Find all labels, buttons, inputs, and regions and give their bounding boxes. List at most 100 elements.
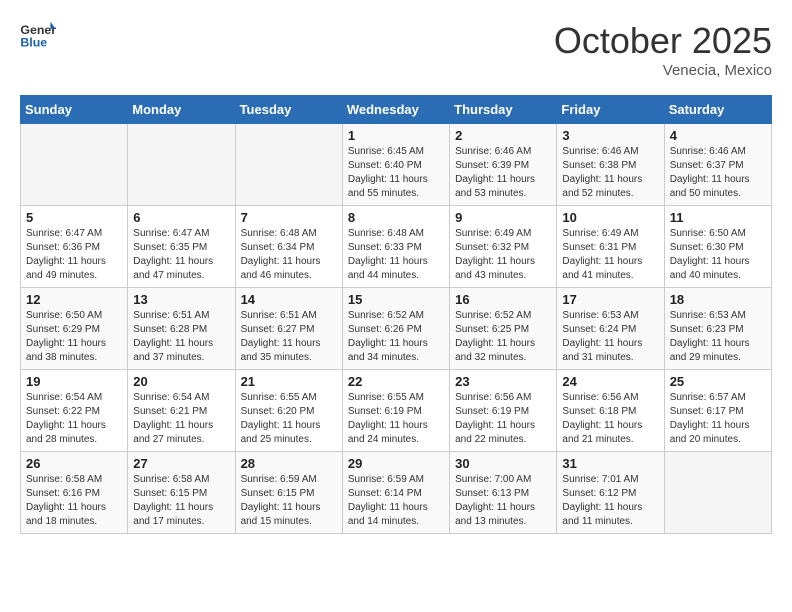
calendar-cell: 27Sunrise: 6:58 AM Sunset: 6:15 PM Dayli…	[128, 452, 235, 534]
logo: General Blue	[20, 20, 60, 50]
calendar-cell: 21Sunrise: 6:55 AM Sunset: 6:20 PM Dayli…	[235, 370, 342, 452]
calendar-cell: 30 Sunrise: 7:00 AM Sunset: 6:13 PM Dayli…	[450, 452, 557, 534]
day-number: 9	[455, 210, 551, 225]
calendar-cell	[21, 124, 128, 206]
day-number: 21	[241, 374, 337, 389]
day-number: 24	[562, 374, 658, 389]
days-header-row: SundayMondayTuesdayWednesdayThursdayFrid…	[21, 96, 772, 124]
page-header: General Blue October 2025 Venecia, Mexic…	[20, 20, 772, 79]
calendar-cell: 14 Sunrise: 6:51 AM Sunset: 6:27 PM Dayli…	[235, 288, 342, 370]
day-info: Sunrise: 6:52 AM Sunset: 6:25 PM Dayligh…	[455, 309, 551, 365]
calendar-cell: 5 Sunrise: 6:47 AM Sunset: 6:36 PM Daylig…	[21, 206, 128, 288]
day-info: Sunrise: 6:58 AM Sunset: 6:16 PM Dayligh…	[26, 473, 122, 529]
calendar-cell: 24 Sunrise: 6:56 AM Sunset: 6:18 PM Dayli…	[557, 370, 664, 452]
calendar-cell: 25 Sunrise: 6:57 AM Sunset: 6:17 PM Dayli…	[664, 370, 771, 452]
calendar-cell: 28Sunrise: 6:59 AM Sunset: 6:15 PM Dayli…	[235, 452, 342, 534]
day-info: Sunrise: 6:53 AM Sunset: 6:23 PM Dayligh…	[670, 309, 766, 365]
calendar-cell	[128, 124, 235, 206]
calendar-cell: 22Sunrise: 6:55 AM Sunset: 6:19 PM Dayli…	[342, 370, 449, 452]
calendar-cell: 29 Sunrise: 6:59 AM Sunset: 6:14 PM Dayli…	[342, 452, 449, 534]
day-info: Sunrise: 6:50 AM Sunset: 6:30 PM Dayligh…	[670, 227, 766, 283]
day-number: 30	[455, 456, 551, 471]
day-info: Sunrise: 7:01 AM Sunset: 6:12 PM Dayligh…	[562, 473, 658, 529]
calendar-cell: 13 Sunrise: 6:51 AM Sunset: 6:28 PM Dayli…	[128, 288, 235, 370]
day-number: 4	[670, 128, 766, 143]
month-title: October 2025	[554, 20, 772, 62]
calendar-cell: 6 Sunrise: 6:47 AM Sunset: 6:35 PM Daylig…	[128, 206, 235, 288]
calendar-cell: 23 Sunrise: 6:56 AM Sunset: 6:19 PM Dayli…	[450, 370, 557, 452]
calendar-body: 1 Sunrise: 6:45 AM Sunset: 6:40 PM Daylig…	[21, 124, 772, 534]
day-number: 19	[26, 374, 122, 389]
day-info: Sunrise: 6:52 AM Sunset: 6:26 PM Dayligh…	[348, 309, 444, 365]
day-info: Sunrise: 7:00 AM Sunset: 6:13 PM Dayligh…	[455, 473, 551, 529]
day-info: Sunrise: 6:51 AM Sunset: 6:28 PM Dayligh…	[133, 309, 229, 365]
day-info: Sunrise: 6:58 AM Sunset: 6:15 PM Dayligh…	[133, 473, 229, 529]
calendar-cell: 19 Sunrise: 6:54 AM Sunset: 6:22 PM Dayli…	[21, 370, 128, 452]
calendar-cell: 15Sunrise: 6:52 AM Sunset: 6:26 PM Dayli…	[342, 288, 449, 370]
week-row-3: 12Sunrise: 6:50 AM Sunset: 6:29 PM Dayli…	[21, 288, 772, 370]
calendar-cell: 10Sunrise: 6:49 AM Sunset: 6:31 PM Dayli…	[557, 206, 664, 288]
day-info: Sunrise: 6:46 AM Sunset: 6:38 PM Dayligh…	[562, 145, 658, 201]
day-number: 5	[26, 210, 122, 225]
day-number: 20	[133, 374, 229, 389]
calendar-cell: 12Sunrise: 6:50 AM Sunset: 6:29 PM Dayli…	[21, 288, 128, 370]
day-header-thursday: Thursday	[450, 96, 557, 124]
day-number: 18	[670, 292, 766, 307]
day-info: Sunrise: 6:48 AM Sunset: 6:34 PM Dayligh…	[241, 227, 337, 283]
calendar-cell: 18 Sunrise: 6:53 AM Sunset: 6:23 PM Dayli…	[664, 288, 771, 370]
calendar-cell: 8 Sunrise: 6:48 AM Sunset: 6:33 PM Daylig…	[342, 206, 449, 288]
day-info: Sunrise: 6:46 AM Sunset: 6:37 PM Dayligh…	[670, 145, 766, 201]
day-header-saturday: Saturday	[664, 96, 771, 124]
calendar-cell: 4 Sunrise: 6:46 AM Sunset: 6:37 PM Daylig…	[664, 124, 771, 206]
calendar-table: SundayMondayTuesdayWednesdayThursdayFrid…	[20, 95, 772, 534]
day-info: Sunrise: 6:49 AM Sunset: 6:32 PM Dayligh…	[455, 227, 551, 283]
day-info: Sunrise: 6:48 AM Sunset: 6:33 PM Dayligh…	[348, 227, 444, 283]
calendar-cell: 1 Sunrise: 6:45 AM Sunset: 6:40 PM Daylig…	[342, 124, 449, 206]
calendar-cell: 20 Sunrise: 6:54 AM Sunset: 6:21 PM Dayli…	[128, 370, 235, 452]
calendar-cell: 26 Sunrise: 6:58 AM Sunset: 6:16 PM Dayli…	[21, 452, 128, 534]
day-info: Sunrise: 6:47 AM Sunset: 6:36 PM Dayligh…	[26, 227, 122, 283]
day-info: Sunrise: 6:45 AM Sunset: 6:40 PM Dayligh…	[348, 145, 444, 201]
calendar-cell: 7 Sunrise: 6:48 AM Sunset: 6:34 PM Daylig…	[235, 206, 342, 288]
calendar-cell: 9 Sunrise: 6:49 AM Sunset: 6:32 PM Daylig…	[450, 206, 557, 288]
day-number: 14	[241, 292, 337, 307]
day-info: Sunrise: 6:55 AM Sunset: 6:19 PM Dayligh…	[348, 391, 444, 447]
week-row-4: 19 Sunrise: 6:54 AM Sunset: 6:22 PM Dayli…	[21, 370, 772, 452]
calendar-cell: 31 Sunrise: 7:01 AM Sunset: 6:12 PM Dayli…	[557, 452, 664, 534]
day-header-sunday: Sunday	[21, 96, 128, 124]
day-number: 17	[562, 292, 658, 307]
svg-text:Blue: Blue	[20, 35, 47, 49]
title-block: October 2025 Venecia, Mexico	[554, 20, 772, 79]
day-number: 10	[562, 210, 658, 225]
day-info: Sunrise: 6:54 AM Sunset: 6:21 PM Dayligh…	[133, 391, 229, 447]
calendar-cell	[235, 124, 342, 206]
day-info: Sunrise: 6:51 AM Sunset: 6:27 PM Dayligh…	[241, 309, 337, 365]
day-number: 23	[455, 374, 551, 389]
day-number: 1	[348, 128, 444, 143]
day-header-tuesday: Tuesday	[235, 96, 342, 124]
day-header-wednesday: Wednesday	[342, 96, 449, 124]
calendar-cell: 2 Sunrise: 6:46 AM Sunset: 6:39 PM Daylig…	[450, 124, 557, 206]
day-number: 7	[241, 210, 337, 225]
day-info: Sunrise: 6:57 AM Sunset: 6:17 PM Dayligh…	[670, 391, 766, 447]
day-number: 8	[348, 210, 444, 225]
day-number: 6	[133, 210, 229, 225]
day-info: Sunrise: 6:47 AM Sunset: 6:35 PM Dayligh…	[133, 227, 229, 283]
day-number: 25	[670, 374, 766, 389]
day-number: 29	[348, 456, 444, 471]
day-info: Sunrise: 6:46 AM Sunset: 6:39 PM Dayligh…	[455, 145, 551, 201]
day-number: 26	[26, 456, 122, 471]
week-row-1: 1 Sunrise: 6:45 AM Sunset: 6:40 PM Daylig…	[21, 124, 772, 206]
day-info: Sunrise: 6:59 AM Sunset: 6:15 PM Dayligh…	[241, 473, 337, 529]
day-number: 3	[562, 128, 658, 143]
day-number: 16	[455, 292, 551, 307]
day-number: 31	[562, 456, 658, 471]
day-number: 13	[133, 292, 229, 307]
day-number: 2	[455, 128, 551, 143]
day-info: Sunrise: 6:54 AM Sunset: 6:22 PM Dayligh…	[26, 391, 122, 447]
day-info: Sunrise: 6:56 AM Sunset: 6:18 PM Dayligh…	[562, 391, 658, 447]
day-info: Sunrise: 6:59 AM Sunset: 6:14 PM Dayligh…	[348, 473, 444, 529]
day-info: Sunrise: 6:56 AM Sunset: 6:19 PM Dayligh…	[455, 391, 551, 447]
day-header-monday: Monday	[128, 96, 235, 124]
week-row-5: 26 Sunrise: 6:58 AM Sunset: 6:16 PM Dayli…	[21, 452, 772, 534]
